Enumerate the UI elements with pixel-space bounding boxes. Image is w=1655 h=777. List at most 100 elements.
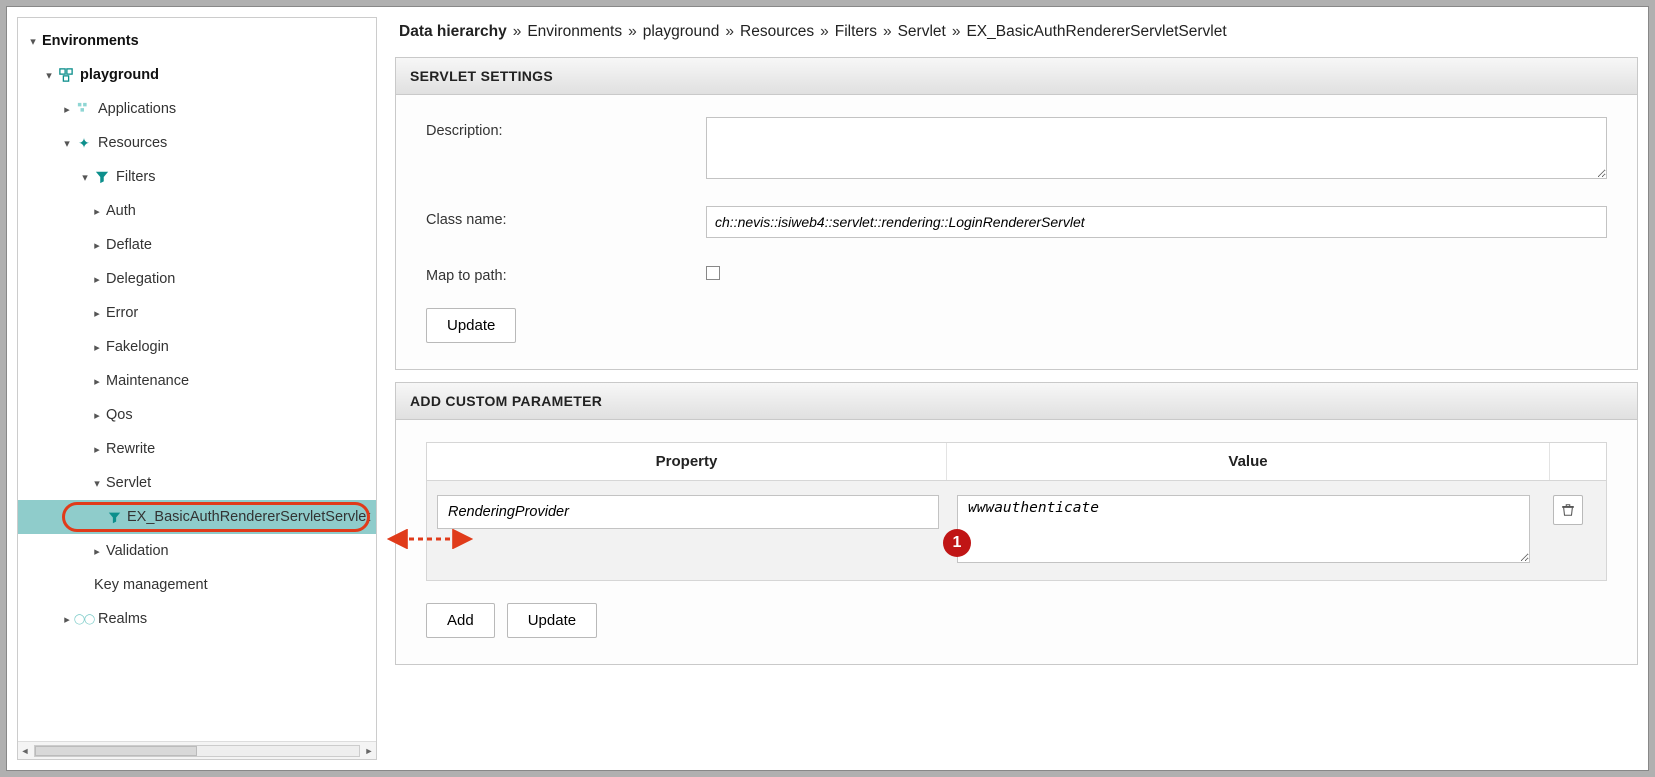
scroll-left-icon[interactable]: ◄ — [18, 744, 32, 758]
breadcrumb-item[interactable]: Environments — [527, 23, 622, 41]
panel-add-custom-parameter: ADD CUSTOM PARAMETER Property Value 1 — [395, 382, 1638, 665]
breadcrumb-sep-icon: » — [725, 23, 734, 41]
caret-right-icon: ▸ — [90, 375, 104, 388]
sidebar: ▾ Environments ▾ playground ▸ Applicatio… — [17, 17, 377, 760]
caret-right-icon: ▸ — [60, 613, 74, 626]
breadcrumb-item[interactable]: playground — [643, 23, 720, 41]
tree-node-servlet[interactable]: ▾ Servlet — [18, 466, 376, 500]
tree-label: Auth — [106, 203, 136, 219]
tree: ▾ Environments ▾ playground ▸ Applicatio… — [18, 24, 376, 741]
add-button[interactable]: Add — [426, 603, 495, 638]
tree-root-environments[interactable]: ▾ Environments — [18, 24, 376, 58]
update-button[interactable]: Update — [426, 308, 516, 343]
breadcrumb-item[interactable]: Servlet — [898, 23, 946, 41]
header-property: Property — [427, 443, 947, 480]
description-label: Description: — [426, 117, 706, 139]
filter-icon — [94, 169, 110, 185]
property-input[interactable] — [437, 495, 939, 529]
puzzle-icon: ✦ — [76, 135, 92, 151]
caret-down-icon: ▾ — [42, 69, 56, 82]
description-textarea[interactable] — [706, 117, 1607, 179]
tree-node-maintenance[interactable]: ▸ Maintenance — [18, 364, 376, 398]
tree-label: Delegation — [106, 271, 175, 287]
tree-label: Servlet — [106, 475, 151, 491]
header-value: Value — [947, 443, 1550, 480]
panel-servlet-settings: SERVLET SETTINGS Description: Class name… — [395, 57, 1638, 370]
row-classname: Class name: — [426, 206, 1607, 238]
tree-label: Environments — [42, 33, 139, 49]
main-content: Data hierarchy » Environments » playgrou… — [395, 17, 1638, 760]
tree-label: EX_BasicAuthRendererServletServlet — [127, 509, 370, 525]
tree-label: Qos — [106, 407, 133, 423]
tree-node-deflate[interactable]: ▸ Deflate — [18, 228, 376, 262]
tree-node-keymgmt[interactable]: Key management — [18, 568, 376, 602]
tree-label: Fakelogin — [106, 339, 169, 355]
panel-header: SERVLET SETTINGS — [396, 58, 1637, 95]
breadcrumb-sep-icon: » — [513, 23, 522, 41]
row-description: Description: — [426, 117, 1607, 182]
breadcrumb-sep-icon: » — [628, 23, 637, 41]
breadcrumb: Data hierarchy » Environments » playgrou… — [395, 17, 1638, 45]
caret-right-icon: ▸ — [90, 273, 104, 286]
tree-node-fakelogin[interactable]: ▸ Fakelogin — [18, 330, 376, 364]
classname-input[interactable] — [706, 206, 1607, 238]
tree-node-realms[interactable]: ▸ ◯◯ Realms — [18, 602, 376, 636]
tree-node-auth[interactable]: ▸ Auth — [18, 194, 376, 228]
header-actions — [1550, 443, 1606, 480]
tree-node-validation[interactable]: ▸ Validation — [18, 534, 376, 568]
param-table-header: Property Value — [427, 443, 1606, 481]
caret-right-icon: ▸ — [90, 307, 104, 320]
apps-icon — [76, 101, 92, 117]
tree-node-error[interactable]: ▸ Error — [18, 296, 376, 330]
caret-down-icon: ▾ — [26, 35, 40, 48]
caret-right-icon: ▸ — [60, 103, 74, 116]
scroll-track[interactable] — [34, 745, 360, 757]
annotation-badge-1: 1 — [943, 529, 971, 557]
delete-button[interactable] — [1553, 495, 1583, 525]
caret-down-icon: ▾ — [90, 477, 104, 490]
tree-label: Deflate — [106, 237, 152, 253]
param-table: Property Value 1 wwwauthenticate — [426, 442, 1607, 581]
breadcrumb-item[interactable]: Data hierarchy — [399, 23, 507, 41]
caret-right-icon: ▸ — [90, 239, 104, 252]
caret-right-icon: ▸ — [90, 545, 104, 558]
classname-label: Class name: — [426, 206, 706, 228]
maptopath-checkbox[interactable] — [706, 266, 720, 280]
update-button[interactable]: Update — [507, 603, 597, 638]
horizontal-scrollbar[interactable]: ◄ ► — [18, 741, 376, 759]
breadcrumb-item[interactable]: Resources — [740, 23, 814, 41]
panel-header: ADD CUSTOM PARAMETER — [396, 383, 1637, 420]
servers-icon — [58, 67, 74, 83]
scroll-thumb[interactable] — [35, 746, 197, 756]
breadcrumb-sep-icon: » — [820, 23, 829, 41]
realms-icon: ◯◯ — [76, 611, 92, 627]
breadcrumb-item[interactable]: Filters — [835, 23, 877, 41]
tree-node-rewrite[interactable]: ▸ Rewrite — [18, 432, 376, 466]
tree-node-playground[interactable]: ▾ playground — [18, 58, 376, 92]
breadcrumb-item[interactable]: EX_BasicAuthRendererServletServlet — [966, 23, 1226, 41]
tree-label: Maintenance — [106, 373, 189, 389]
caret-right-icon: ▸ — [90, 205, 104, 218]
caret-right-icon: ▸ — [90, 409, 104, 422]
scroll-right-icon[interactable]: ► — [362, 744, 376, 758]
maptopath-label: Map to path: — [426, 262, 706, 284]
value-textarea[interactable]: wwwauthenticate — [957, 495, 1530, 563]
tree-node-qos[interactable]: ▸ Qos — [18, 398, 376, 432]
caret-down-icon: ▾ — [78, 171, 92, 184]
tree-node-delegation[interactable]: ▸ Delegation — [18, 262, 376, 296]
filter-icon — [108, 509, 121, 525]
tree-node-resources[interactable]: ▾ ✦ Resources — [18, 126, 376, 160]
breadcrumb-sep-icon: » — [952, 23, 961, 41]
breadcrumb-sep-icon: » — [883, 23, 892, 41]
tree-node-filters[interactable]: ▾ Filters — [18, 160, 376, 194]
caret-right-icon: ▸ — [90, 341, 104, 354]
tree-label: Filters — [116, 169, 155, 185]
tree-label: Applications — [98, 101, 176, 117]
tree-label: Error — [106, 305, 138, 321]
caret-right-icon: ▸ — [90, 443, 104, 456]
tree-node-applications[interactable]: ▸ Applications — [18, 92, 376, 126]
row-maptopath: Map to path: — [426, 262, 1607, 284]
tree-label: Validation — [106, 543, 169, 559]
tree-label: Rewrite — [106, 441, 155, 457]
tree-node-ex-basicauth[interactable]: EX_BasicAuthRendererServletServlet — [18, 500, 376, 534]
